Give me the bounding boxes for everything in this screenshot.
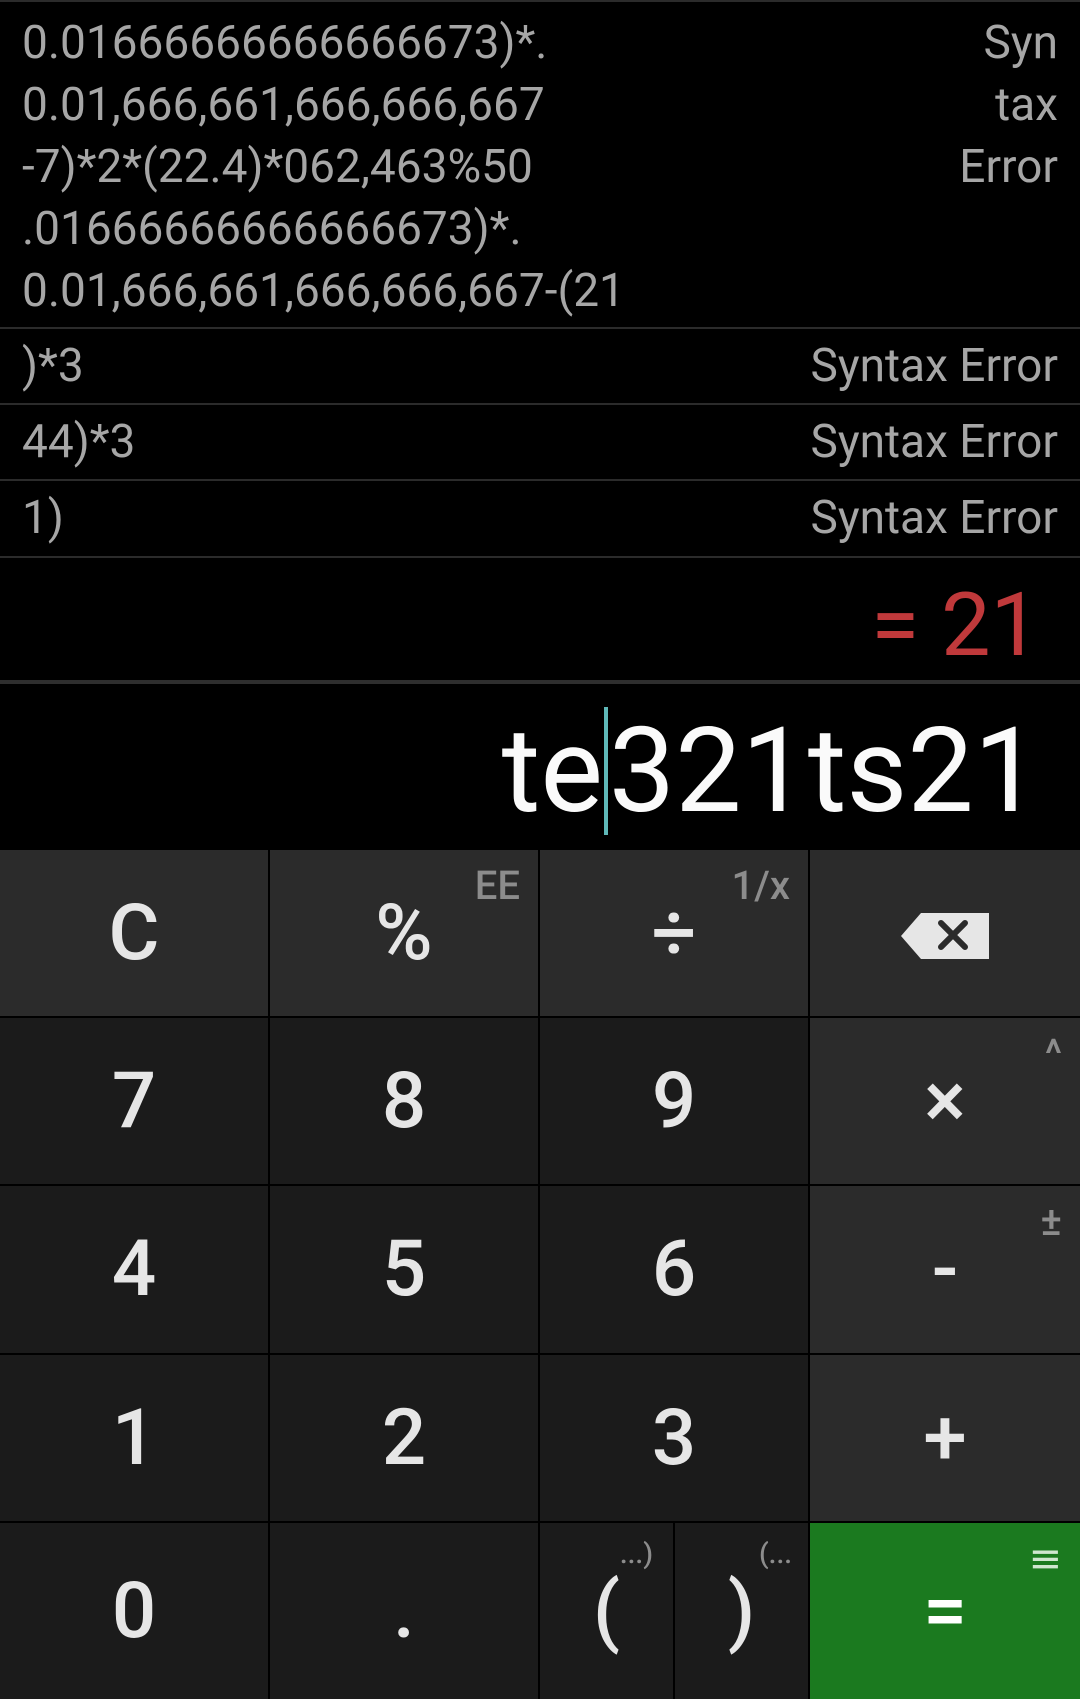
- history-entry[interactable]: 0.01666666666666673)*. 0.01,666,661,666,…: [0, 0, 1080, 329]
- digit-5-label: 5: [381, 1224, 427, 1315]
- percent-label: %: [375, 887, 433, 979]
- history-result: Syntax Error: [810, 491, 1058, 545]
- decimal-label: .: [393, 1565, 415, 1657]
- digit-4-label: 4: [111, 1224, 157, 1315]
- digit-0-label: 0: [111, 1565, 157, 1657]
- digit-7-label: 7: [111, 1055, 157, 1147]
- history-entry[interactable]: 44)*3 Syntax Error: [0, 405, 1080, 481]
- minus-button[interactable]: - ±: [810, 1186, 1080, 1353]
- decimal-button[interactable]: .: [270, 1523, 538, 1699]
- digit-7-button[interactable]: 7: [0, 1018, 268, 1184]
- digit-8-button[interactable]: 8: [270, 1018, 538, 1184]
- history-result: Syntax Error: [810, 415, 1058, 469]
- expression-before-cursor: te: [501, 702, 603, 840]
- plus-label: +: [923, 1392, 967, 1484]
- equals-button[interactable]: = ≡: [810, 1523, 1080, 1699]
- history-entry[interactable]: )*3 Syntax Error: [0, 329, 1080, 405]
- live-result: = 21: [870, 574, 1040, 677]
- history-expression: 44)*3: [22, 415, 136, 469]
- equals-label: =: [923, 1565, 967, 1657]
- backspace-icon: [901, 888, 989, 979]
- open-paren-button[interactable]: ( ...): [540, 1523, 673, 1699]
- digit-4-button[interactable]: 4: [0, 1186, 268, 1353]
- clear-label: C: [108, 887, 160, 979]
- open-paren-sublabel: ...): [619, 1537, 653, 1570]
- digit-2-button[interactable]: 2: [270, 1355, 538, 1521]
- history-menu-icon: ≡: [1028, 1535, 1062, 1582]
- expression-after-cursor: 321ts21: [608, 702, 1040, 840]
- expression-display[interactable]: te 321ts21: [0, 684, 1080, 850]
- divide-label: ÷: [651, 887, 697, 979]
- digit-3-label: 3: [651, 1392, 697, 1484]
- multiply-label: ×: [924, 1055, 966, 1147]
- history-result: Syn tax Error: [959, 16, 1058, 194]
- close-paren-button[interactable]: ) (...: [675, 1523, 808, 1699]
- keypad: C % EE ÷ 1/x 7 8 9 × ^ 4 5 6 - ± 1 2 3 +…: [0, 850, 1080, 1699]
- history-result: Syntax Error: [810, 339, 1058, 393]
- backspace-button[interactable]: [810, 850, 1080, 1016]
- digit-9-button[interactable]: 9: [540, 1018, 808, 1184]
- digit-6-button[interactable]: 6: [540, 1186, 808, 1353]
- clear-button[interactable]: C: [0, 850, 268, 1016]
- history-panel[interactable]: 0.01666666666666673)*. 0.01,666,661,666,…: [0, 0, 1080, 558]
- expression-text[interactable]: te 321ts21: [502, 706, 1040, 836]
- digit-1-label: 1: [111, 1392, 157, 1484]
- history-expression: )*3: [22, 339, 84, 393]
- history-expression: 1): [22, 491, 64, 545]
- close-paren-label: ): [727, 1565, 756, 1657]
- digit-2-label: 2: [381, 1392, 427, 1484]
- multiply-button[interactable]: × ^: [810, 1018, 1080, 1184]
- ee-sublabel: EE: [474, 862, 520, 909]
- reciprocal-sublabel: 1/x: [731, 862, 790, 909]
- plus-button[interactable]: +: [810, 1355, 1080, 1521]
- digit-9-label: 9: [651, 1055, 697, 1147]
- digit-5-button[interactable]: 5: [270, 1186, 538, 1353]
- live-result-area: = 21: [0, 558, 1080, 680]
- digit-3-button[interactable]: 3: [540, 1355, 808, 1521]
- divide-button[interactable]: ÷ 1/x: [540, 850, 808, 1016]
- digit-1-button[interactable]: 1: [0, 1355, 268, 1521]
- digit-0-button[interactable]: 0: [0, 1523, 268, 1699]
- history-entry[interactable]: 1) Syntax Error: [0, 481, 1080, 558]
- history-expression: 0.01666666666666673)*. 0.01,666,661,666,…: [22, 16, 625, 318]
- open-paren-label: (: [592, 1565, 620, 1657]
- close-paren-sublabel: (...: [758, 1537, 792, 1570]
- percent-button[interactable]: % EE: [270, 850, 538, 1016]
- digit-8-label: 8: [381, 1055, 427, 1147]
- minus-label: -: [931, 1224, 959, 1315]
- text-cursor: [603, 707, 608, 835]
- power-sublabel: ^: [1044, 1030, 1062, 1077]
- digit-6-label: 6: [651, 1224, 697, 1315]
- negate-sublabel: ±: [1040, 1198, 1062, 1245]
